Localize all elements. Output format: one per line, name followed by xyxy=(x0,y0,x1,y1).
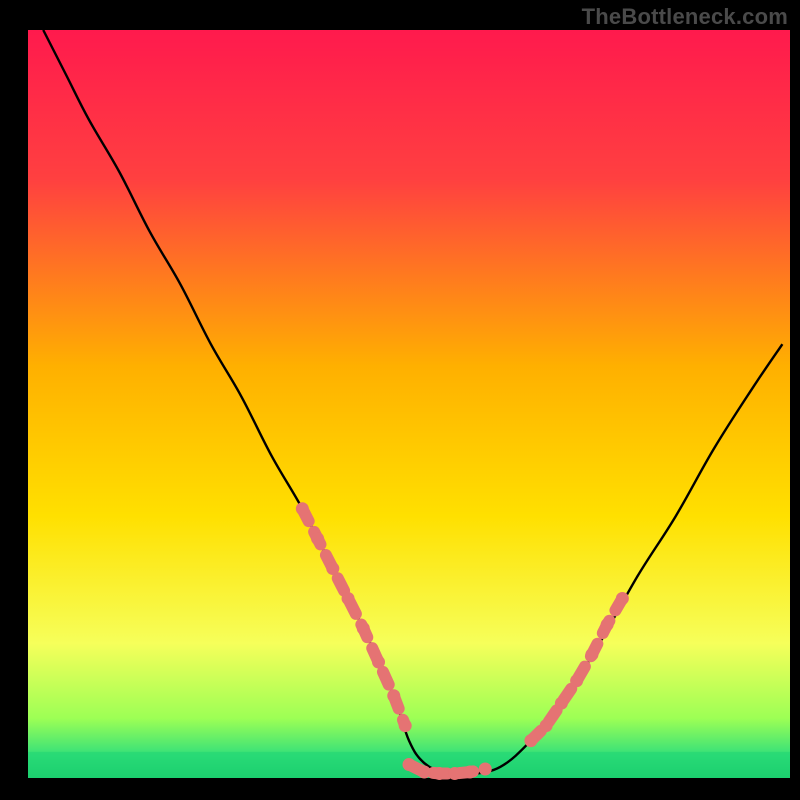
highlight-left-point xyxy=(399,719,412,732)
highlight-bottom-point xyxy=(403,758,416,771)
highlight-bottom-point xyxy=(463,766,476,779)
highlight-bottom-point xyxy=(418,766,431,779)
bottleneck-curve-chart xyxy=(0,0,800,800)
chart-container: TheBottleneck.com xyxy=(0,0,800,800)
highlight-right-point xyxy=(555,697,568,710)
highlight-bottom-point xyxy=(448,767,461,780)
watermark-text: TheBottleneck.com xyxy=(582,4,788,30)
highlight-right-point xyxy=(524,734,537,747)
highlight-left-point xyxy=(296,502,309,515)
highlight-right-point xyxy=(601,618,614,631)
highlight-right-point xyxy=(616,592,629,605)
highlight-left-point xyxy=(357,622,370,635)
highlight-left-point xyxy=(311,532,324,545)
highlight-right-point xyxy=(585,648,598,661)
highlight-right-point xyxy=(540,719,553,732)
highlight-left-point xyxy=(342,592,355,605)
highlight-left-point xyxy=(372,656,385,669)
highlight-bottom-point xyxy=(433,767,446,780)
highlight-left-point xyxy=(326,562,339,575)
highlight-left-point xyxy=(387,689,400,702)
highlight-bottom-point xyxy=(479,763,492,776)
plot-background xyxy=(28,30,790,778)
highlight-right-point xyxy=(570,674,583,687)
